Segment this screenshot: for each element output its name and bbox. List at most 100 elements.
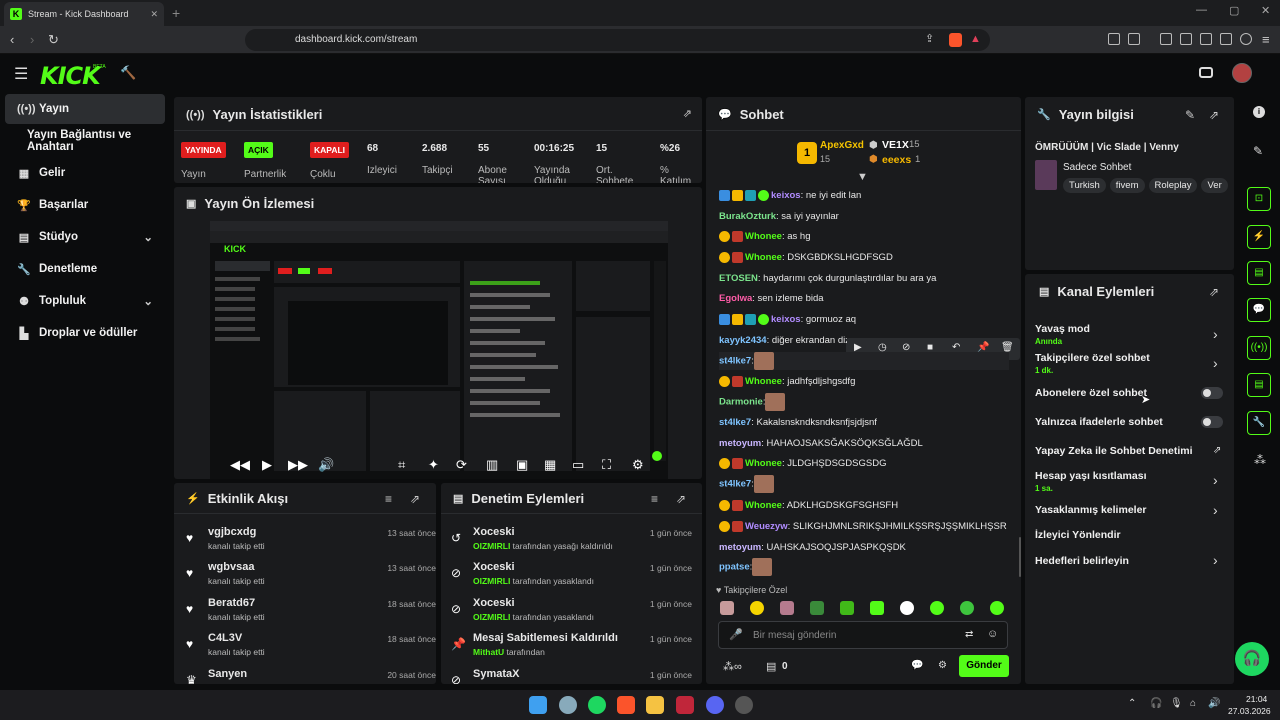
chat-username[interactable]: kayyk2434	[719, 335, 767, 346]
pinned-toggle-icon[interactable]: ▼	[857, 171, 868, 183]
chat-username[interactable]: metoyum	[719, 438, 761, 449]
sidebar-item-droplar[interactable]: ▙ Droplar ve ödüller	[5, 318, 165, 348]
moderation-target[interactable]: Xoceski	[473, 597, 515, 609]
support-headset-icon[interactable]: 🎧	[1235, 642, 1269, 676]
tag[interactable]: Turkish	[1063, 178, 1106, 193]
app-icon[interactable]	[735, 696, 753, 714]
minimize-icon[interactable]: —	[1196, 4, 1207, 16]
sidebar-item-stream-key[interactable]: Yayın Bağlantısı ve Anahtarı	[5, 126, 165, 156]
play-icon[interactable]: ▶	[262, 457, 272, 473]
moderator-name[interactable]: OIZMIRLI	[473, 541, 510, 551]
moderation-target[interactable]: SymataX	[473, 668, 519, 680]
points-icon[interactable]: ⁂∞	[723, 660, 742, 673]
extensions-icon[interactable]	[1108, 33, 1120, 45]
chat-username[interactable]: Darmonie	[719, 397, 763, 408]
close-window-icon[interactable]: ✕	[1261, 4, 1270, 17]
popout-icon[interactable]: ⇗	[410, 492, 420, 506]
edit-pencil-icon[interactable]: ✎	[1253, 144, 1263, 158]
emote-icon[interactable]	[930, 601, 944, 615]
chat-settings-icon[interactable]: ⚙	[938, 660, 947, 671]
creator-mode-icon[interactable]	[1199, 67, 1213, 78]
chevron-right-icon[interactable]: ›	[1213, 326, 1218, 342]
action-raid[interactable]: İzleyici Yönlendir	[1035, 529, 1121, 541]
action-account-age[interactable]: Hesap yaşı kısıtlaması 1 sa.	[1035, 470, 1147, 493]
subscribers-only-toggle[interactable]	[1201, 387, 1223, 399]
moderation-target[interactable]: Xoceski	[473, 561, 515, 573]
brave-icon[interactable]	[617, 696, 635, 714]
screenshot-icon[interactable]	[1128, 33, 1140, 45]
url-input[interactable]: dashboard.kick.com/stream	[245, 29, 990, 51]
rail-button-info[interactable]: 🔧	[1247, 411, 1271, 435]
chat-input[interactable]: 🎤 Bir mesaj gönderin ⇄ ☺	[718, 621, 1008, 649]
chat-username[interactable]: Whonee	[745, 376, 782, 387]
tag[interactable]: Ver	[1201, 178, 1228, 193]
settings-gear-icon[interactable]: ⚙	[632, 457, 644, 473]
action-ai-moderation[interactable]: Yapay Zeka ile Sohbet Denetimi	[1035, 445, 1193, 457]
new-tab-icon[interactable]: +	[172, 5, 180, 21]
action-banned-words[interactable]: Yasaklanmış kelimeler	[1035, 504, 1147, 516]
moderator-name[interactable]: OIZMIRLI	[473, 576, 510, 586]
popout-icon[interactable]: ⇗	[1209, 285, 1219, 299]
back-icon[interactable]: ‹	[10, 32, 14, 47]
share-icon[interactable]: ⇪	[925, 32, 934, 45]
popout-icon[interactable]: ⇗	[676, 492, 686, 506]
vpn-icon[interactable]	[1240, 33, 1252, 45]
activity-user[interactable]: vgjbcxdg	[208, 526, 256, 538]
emote-icon[interactable]	[840, 601, 854, 615]
emote-icon[interactable]	[810, 601, 824, 615]
clock-date[interactable]: 27.03.2026	[1228, 706, 1276, 716]
rail-button-chat[interactable]: 💬	[1247, 298, 1271, 322]
sidebar-item-yayin[interactable]: ((•)) Yayın	[5, 94, 165, 124]
leo-icon[interactable]	[1220, 33, 1232, 45]
filter-icon[interactable]: ≡	[651, 492, 658, 506]
windows-start-icon[interactable]	[529, 696, 547, 714]
chat-username[interactable]: st4lke7	[719, 479, 751, 490]
gifter-name[interactable]: ApexGxd	[820, 140, 864, 151]
emote-icon[interactable]	[750, 601, 764, 615]
brave-shield-icon[interactable]	[949, 33, 962, 47]
chat-username[interactable]: keixos	[771, 190, 801, 201]
emote-icon[interactable]	[990, 601, 1004, 615]
popout-icon[interactable]: ⇗	[683, 107, 692, 120]
filter-icon[interactable]: ≡	[385, 492, 392, 506]
menu-icon[interactable]: ≡	[1262, 32, 1270, 47]
emote-icon[interactable]	[900, 601, 914, 615]
fast-forward-icon[interactable]: ▶▶	[288, 457, 308, 473]
info-icon[interactable]: i	[1253, 106, 1265, 118]
chat-username[interactable]: st4lke7	[719, 417, 751, 428]
activity-user[interactable]: wgbvsaa	[208, 561, 254, 573]
wallet-icon[interactable]	[1200, 33, 1212, 45]
category-name[interactable]: Sadece Sohbet	[1063, 162, 1131, 173]
sidebar-item-topluluk[interactable]: ⚉ Topluluk ⌄	[5, 286, 165, 316]
chat-users-icon[interactable]: 💬	[911, 660, 923, 671]
emotes-only-toggle[interactable]	[1201, 416, 1223, 428]
rail-button-moderation[interactable]: ▤	[1247, 261, 1271, 285]
activity-user[interactable]: Beratd67	[208, 597, 255, 609]
moderation-target[interactable]: Xoceski	[473, 526, 515, 538]
chevron-right-icon[interactable]: ›	[1213, 472, 1218, 488]
frame-icon[interactable]: ▣	[516, 457, 528, 473]
close-tab-icon[interactable]: ✕	[150, 9, 158, 20]
sidebar-toggle-icon[interactable]	[1180, 33, 1192, 45]
chevron-right-icon[interactable]: ›	[1213, 355, 1218, 371]
send-button[interactable]: Gönder	[959, 655, 1009, 677]
sparkle-icon[interactable]: ✦	[428, 457, 439, 473]
edit-pencil-icon[interactable]: ✎	[1185, 108, 1195, 122]
action-slow-mode[interactable]: Yavaş mod Anında	[1035, 323, 1090, 346]
fullscreen-icon[interactable]: ⛶	[602, 457, 611, 473]
rail-button-activity[interactable]: ⚡	[1247, 225, 1271, 249]
network-icon[interactable]: ⌂	[1190, 698, 1196, 709]
microphone-icon[interactable]: 🎤	[729, 628, 743, 641]
spotify-icon[interactable]	[588, 696, 606, 714]
hammer-icon[interactable]: 🔨	[120, 65, 136, 81]
translate-icon[interactable]: ⇄	[965, 629, 973, 640]
action-set-goals[interactable]: Hedefleri belirleyin	[1035, 555, 1129, 567]
avatar[interactable]	[1232, 63, 1252, 83]
emote-icon[interactable]	[960, 601, 974, 615]
mic-icon[interactable]: 🎙	[1170, 698, 1183, 709]
chat-username[interactable]: keixos	[771, 314, 801, 325]
chat-username[interactable]: ETOSEN	[719, 273, 758, 284]
sidebar-item-studyo[interactable]: ▤ Stüdyo ⌄	[5, 222, 165, 252]
action-followers-only[interactable]: Takipçilere özel sohbet 1 dk.	[1035, 352, 1150, 375]
chat-username[interactable]: Egolwa	[719, 293, 752, 304]
